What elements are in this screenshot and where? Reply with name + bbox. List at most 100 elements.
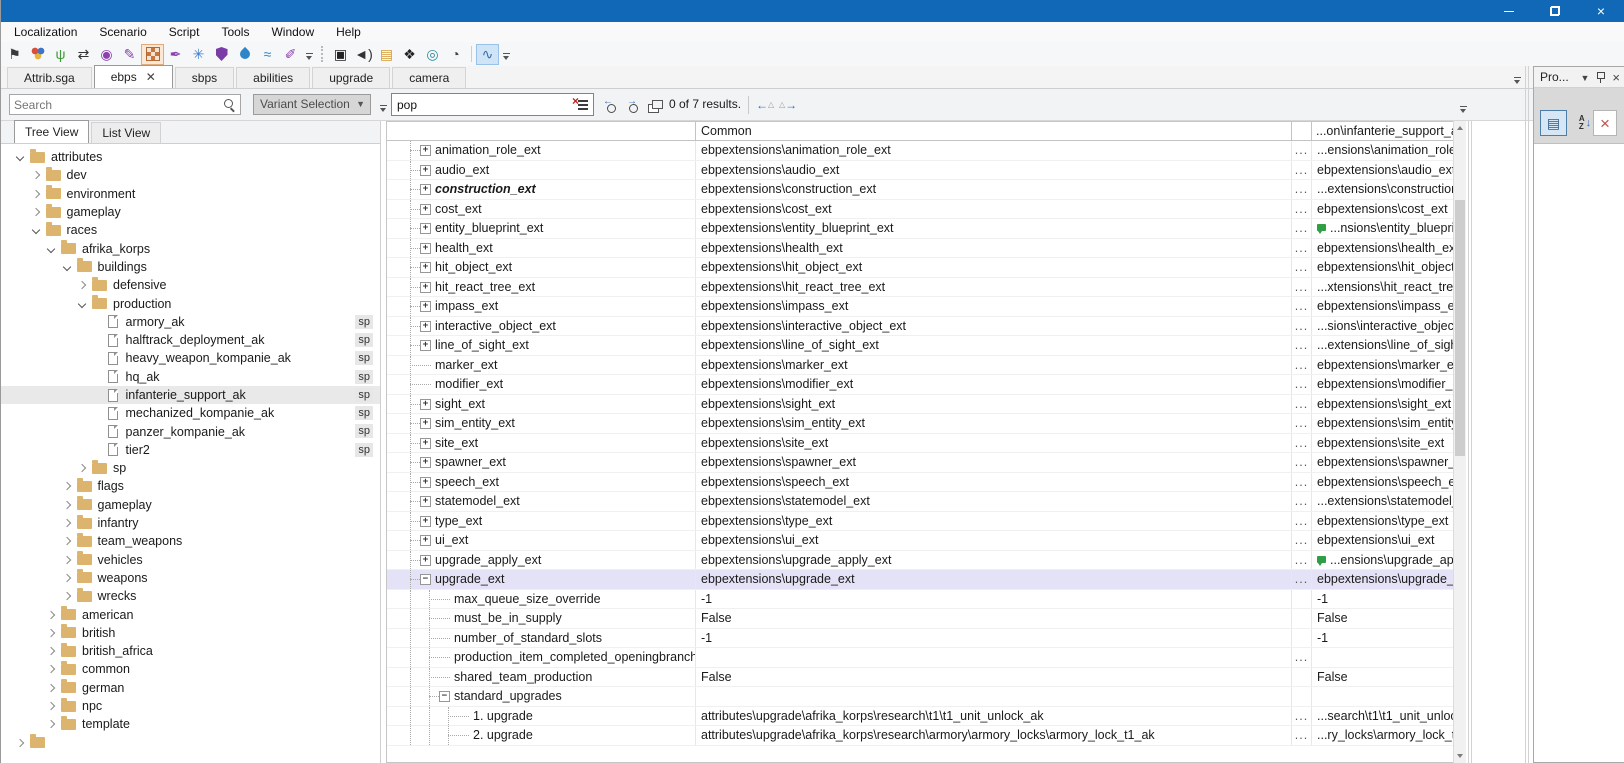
grid-cell-more[interactable]: ... [1292, 531, 1312, 550]
menu-help[interactable]: Help [325, 22, 372, 42]
grid-cell-common[interactable]: ebpextensions\speech_ext [696, 473, 1292, 492]
tree-file-panzer_kompanie_ak[interactable]: panzer_kompanie_aksp [1, 422, 380, 440]
tree-folder-wrecks[interactable]: wrecks [1, 587, 380, 605]
grid-cell-more[interactable]: ... [1292, 219, 1312, 238]
tree-file-infanterie_support_ak[interactable]: infanterie_support_aksp [1, 386, 380, 404]
select-marker-button[interactable]: ⚑ [3, 44, 26, 65]
chevron-right-icon[interactable] [62, 518, 72, 528]
grid-cell-common[interactable]: ebpextensions\impass_ext [696, 297, 1292, 316]
chevron-right-icon[interactable] [77, 280, 87, 290]
show-all-results-button[interactable] [646, 97, 664, 115]
grid-cell-common[interactable]: False [696, 668, 1292, 687]
grid-cell-common[interactable]: ebpextensions\hit_react_tree_ext [696, 278, 1292, 297]
tab-ebps[interactable]: ebps✕ [94, 65, 173, 88]
grid-row-must_be_in_supply[interactable]: must_be_in_supplyFalseFalse [387, 609, 1453, 629]
expand-plus-icon[interactable]: + [420, 301, 431, 312]
collapse-minus-icon[interactable]: − [439, 691, 450, 702]
tree-folder-gameplay[interactable]: gameplay [1, 496, 380, 514]
toolbar-overflow-icon[interactable] [502, 51, 512, 62]
chevron-down-icon[interactable] [62, 262, 72, 272]
expand-plus-icon[interactable]: + [420, 340, 431, 351]
tree-folder-races[interactable]: races [1, 221, 380, 239]
expand-plus-icon[interactable]: + [420, 457, 431, 468]
chevron-down-icon[interactable] [77, 299, 87, 309]
color-wheel-button[interactable] [26, 44, 49, 65]
dock-splitter[interactable] [1468, 121, 1469, 763]
filter-input[interactable] [397, 96, 571, 113]
toolbar-overflow-icon[interactable] [305, 51, 315, 62]
grid-cell-common[interactable]: ebpextensions\site_ext [696, 434, 1292, 453]
grid-cell-variant[interactable]: ebpextensions\audio_ext [1312, 161, 1453, 180]
nav-forward-button[interactable]: △→ [779, 95, 797, 115]
expand-plus-icon[interactable]: + [420, 204, 431, 215]
grid-cell-more[interactable]: ... [1292, 356, 1312, 375]
toolbar-overflow-icon[interactable] [379, 103, 389, 114]
grid-row-entity_blueprint_ext[interactable]: +entity_blueprint_extebpextensions\entit… [387, 219, 1453, 239]
grid-cell-name[interactable]: +upgrade_apply_ext [387, 551, 696, 570]
tab-abilities[interactable]: abilities [236, 67, 310, 88]
grid-cell-common[interactable]: ebpextensions\hit_object_ext [696, 258, 1292, 277]
grid-cell-name[interactable]: +sim_entity_ext [387, 414, 696, 433]
grid-cell-common[interactable]: ebpextensions\cost_ext [696, 200, 1292, 219]
grid-cell-more[interactable]: ... [1292, 570, 1312, 589]
search-input[interactable] [14, 96, 220, 113]
grid-cell-name[interactable]: marker_ext [387, 356, 696, 375]
chevron-right-icon[interactable] [62, 555, 72, 565]
grid-cell-name[interactable]: +spawner_ext [387, 453, 696, 472]
grid-cell-more[interactable]: ... [1292, 239, 1312, 258]
grid-cell-name[interactable]: +interactive_object_ext [387, 317, 696, 336]
expand-plus-icon[interactable]: + [420, 438, 431, 449]
chevron-right-icon[interactable] [46, 701, 56, 711]
grid-cell-common[interactable]: ebpextensions\audio_ext [696, 161, 1292, 180]
grid-cell-name[interactable]: shared_team_production [387, 668, 696, 687]
categorized-view-button[interactable]: ▤ [1540, 110, 1567, 136]
grid-cell-more[interactable]: ... [1292, 200, 1312, 219]
audio-speaker-button[interactable]: ◄) [352, 44, 375, 65]
grid-cell-common[interactable]: ebpextensions\spawner_ext [696, 453, 1292, 472]
toolbar-overflow-icon[interactable] [1459, 104, 1469, 115]
chevron-right-icon[interactable] [62, 536, 72, 546]
grid-cell-name[interactable]: +speech_ext [387, 473, 696, 492]
broadcast-button[interactable]: ◉ [95, 44, 118, 65]
grid-cell-name[interactable]: +hit_react_tree_ext [387, 278, 696, 297]
grid-row-shared_team_production[interactable]: shared_team_productionFalseFalse [387, 668, 1453, 688]
grid-cell-common[interactable]: ebpextensions\type_ext [696, 512, 1292, 531]
grid-cell-more[interactable]: ... [1292, 180, 1312, 199]
grid-cell-common[interactable]: ebpextensions\entity_blueprint_ext [696, 219, 1292, 238]
grid-cell-common[interactable]: attributes\upgrade\afrika_korps\research… [696, 707, 1292, 726]
clear-filter-icon[interactable] [573, 99, 589, 111]
chevron-right-icon[interactable] [46, 719, 56, 729]
grid-row-spawner_ext[interactable]: +spawner_extebpextensions\spawner_ext...… [387, 453, 1453, 473]
grid-row-modifier_ext[interactable]: modifier_extebpextensions\modifier_ext..… [387, 375, 1453, 395]
tab-tree-view[interactable]: Tree View [14, 120, 89, 143]
grid-cell-name[interactable]: +animation_role_ext [387, 141, 696, 160]
tree-file-halftrack_deployment_ak[interactable]: halftrack_deployment_aksp [1, 331, 380, 349]
paint-check-button[interactable]: ✐ [279, 44, 302, 65]
grid-vertical-scrollbar[interactable] [1453, 121, 1466, 763]
expand-plus-icon[interactable]: + [420, 321, 431, 332]
tree-folder-british_africa[interactable]: british_africa [1, 642, 380, 660]
grid-row-statemodel_ext[interactable]: +statemodel_extebpextensions\statemodel_… [387, 492, 1453, 512]
chevron-right-icon[interactable] [46, 646, 56, 656]
grid-cell-variant[interactable]: ebpextensions\marker_ext [1312, 356, 1453, 375]
grid-cell-common[interactable]: ebpextensions\upgrade_ext [696, 570, 1292, 589]
grid-cell-variant[interactable]: ...nsions\entity_blueprint_e [1312, 219, 1453, 238]
grid-cell-variant[interactable]: False [1312, 668, 1453, 687]
tree-file-mechanized_kompanie_ak[interactable]: mechanized_kompanie_aksp [1, 404, 380, 422]
tile-checker-button[interactable] [141, 44, 164, 65]
grid-cell-name[interactable]: +hit_object_ext [387, 258, 696, 277]
expand-plus-icon[interactable]: + [420, 496, 431, 507]
expand-plus-icon[interactable]: + [420, 243, 431, 254]
grid-cell-variant[interactable]: ebpextensions\health_ext [1312, 239, 1453, 258]
waves-button[interactable]: ≈ [256, 44, 279, 65]
expand-plus-icon[interactable]: + [420, 165, 431, 176]
delete-button[interactable]: × [1593, 110, 1617, 136]
tree-folder-american[interactable]: american [1, 605, 380, 623]
grid-cell-common[interactable]: ebpextensions\line_of_sight_ext [696, 336, 1292, 355]
grid-cell-more[interactable]: ... [1292, 375, 1312, 394]
tree-folder-dev[interactable]: dev [1, 166, 380, 184]
tab-attrib-sga[interactable]: Attrib.sga [7, 67, 92, 88]
grid-cell-name[interactable]: +audio_ext [387, 161, 696, 180]
grid-row-type_ext[interactable]: +type_extebpextensions\type_ext...ebpext… [387, 512, 1453, 532]
history-clock-button[interactable]: ◔ [444, 44, 467, 65]
